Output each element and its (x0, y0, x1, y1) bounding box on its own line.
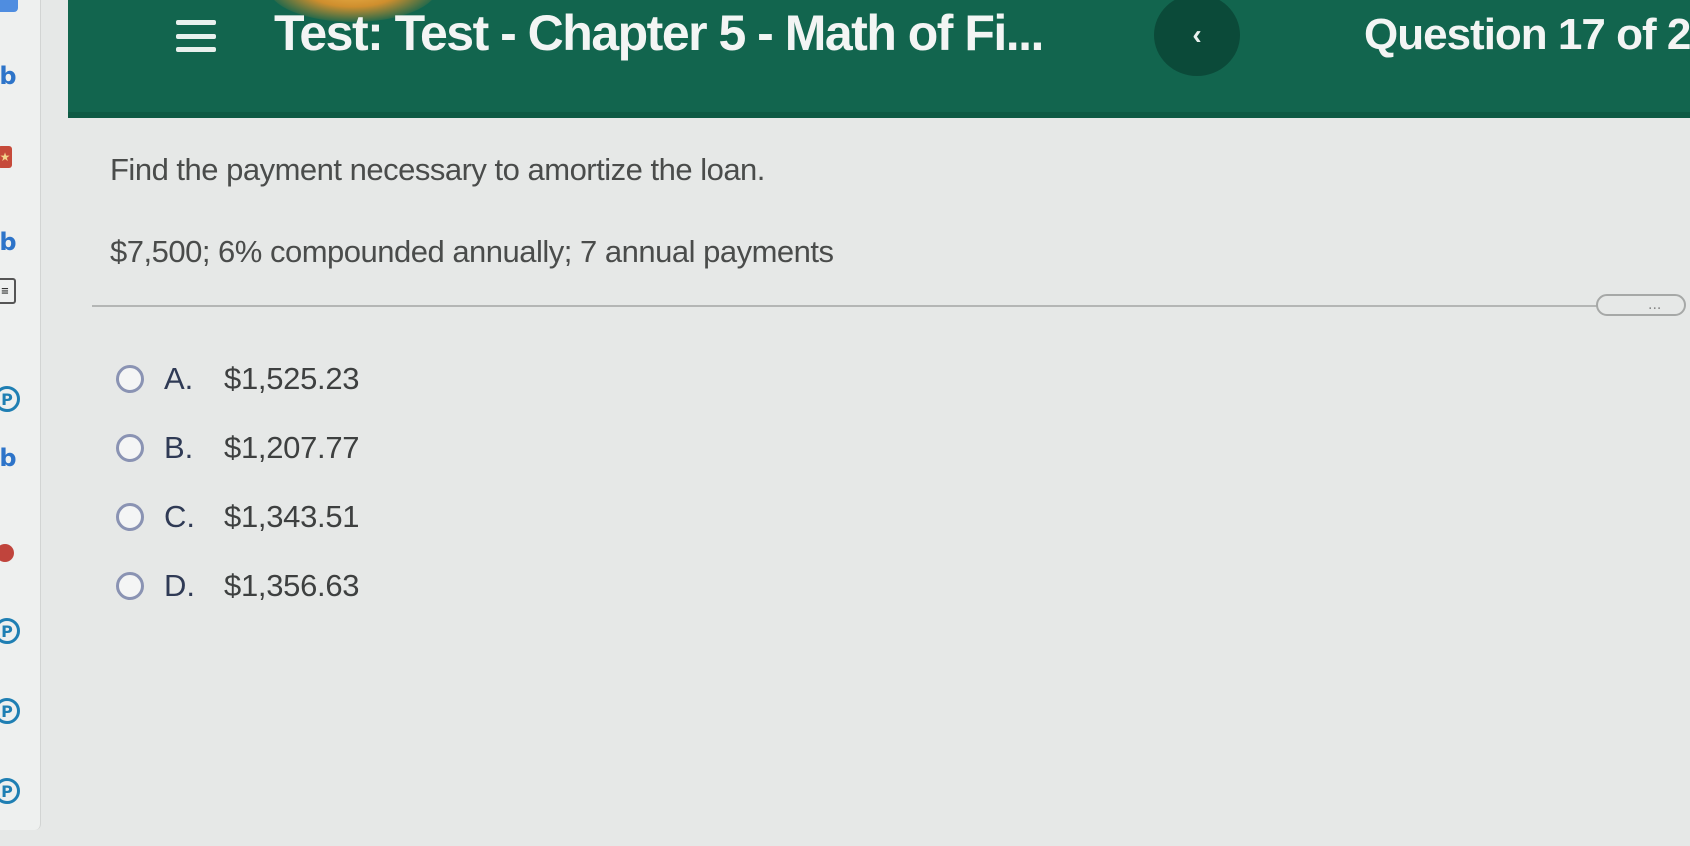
choice-letter: D. (164, 568, 195, 603)
choice-d[interactable]: D. $1,356.63 (116, 568, 360, 603)
choice-letter: A. (164, 361, 194, 396)
tab-b-icon[interactable]: b (0, 228, 22, 256)
tab-p-icon[interactable]: P (0, 618, 20, 644)
radio-button[interactable] (116, 434, 144, 462)
radio-button[interactable] (116, 572, 144, 600)
tab-b-icon[interactable]: b (0, 444, 22, 472)
hamburger-menu-icon[interactable] (176, 20, 216, 52)
test-header-bar: Test: Test - Chapter 5 - Math of Fi... ‹… (68, 0, 1690, 118)
tab-p-icon[interactable]: P (0, 698, 20, 724)
tab-b-icon[interactable]: b (0, 62, 22, 90)
tab-p-icon[interactable]: P (0, 386, 20, 412)
page: b ★ b ≡ P b P P P Test: Test - Chapter 5… (0, 0, 1690, 846)
choice-b[interactable]: B. $1,207.77 (116, 430, 360, 465)
tab-document-icon[interactable]: ≡ (0, 278, 16, 304)
test-title: Test: Test - Chapter 5 - Math of Fi... (274, 5, 1044, 61)
tab-favicon-icon[interactable] (0, 0, 18, 12)
chevron-left-icon: ‹ (1192, 19, 1202, 50)
question-counter: Question 17 of 2 (1364, 10, 1690, 59)
previous-question-button[interactable]: ‹ (1154, 0, 1240, 76)
choice-value: $1,207.77 (224, 430, 360, 465)
choice-value: $1,525.23 (224, 361, 360, 396)
answer-choices: A. $1,525.23 B. $1,207.77 C. $1,343.51 D… (116, 361, 360, 638)
choice-letter: C. (164, 499, 195, 534)
radio-button[interactable] (116, 365, 144, 393)
choice-value: $1,343.51 (224, 499, 360, 534)
question-details: $7,500; 6% compounded annually; 7 annual… (110, 234, 834, 269)
browser-tab-strip: b ★ b ≡ P b P P P (0, 0, 41, 830)
choice-a[interactable]: A. $1,525.23 (116, 361, 360, 396)
tab-award-icon[interactable]: ★ (0, 146, 12, 168)
content-divider (92, 305, 1602, 307)
choice-c[interactable]: C. $1,343.51 (116, 499, 360, 534)
radio-button[interactable] (116, 503, 144, 531)
question-prompt: Find the payment necessary to amortize t… (110, 152, 765, 187)
more-options-button[interactable]: ... (1596, 294, 1686, 316)
choice-value: $1,356.63 (224, 568, 360, 603)
tab-p-icon[interactable]: P (0, 778, 20, 804)
choice-letter: B. (164, 430, 194, 465)
tab-red-circle-icon[interactable] (0, 544, 14, 562)
